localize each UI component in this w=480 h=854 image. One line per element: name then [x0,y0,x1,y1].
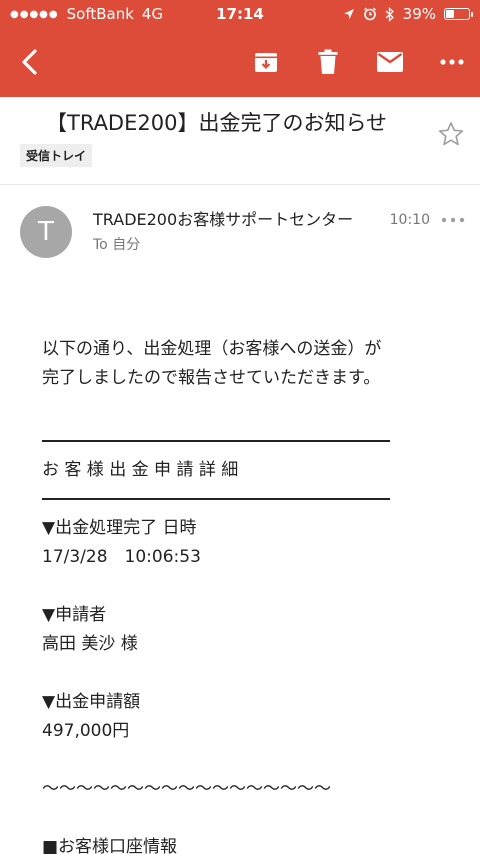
trash-icon [318,49,338,74]
avatar: T [20,206,72,258]
mark-unread-button[interactable] [372,44,408,80]
details-heading: お 客 様 出 金 申 請 詳 細 [42,460,239,480]
intro-line-1: 以下の通り、出金処理（お客様への送金）が [42,339,382,359]
sender-name: TRADE200お客様サポートセンター [93,210,354,229]
battery-level-fill [446,10,454,18]
applicant-name: 高田 美沙 様 [42,634,138,654]
mail-icon [377,52,403,72]
subject-section: 【TRADE200】出金完了のお知らせ 受信トレイ [0,97,480,185]
intro-line-2: 完了しましたので報告させていただきます。 [42,368,381,388]
wave-separator: 〜〜〜〜〜〜〜〜〜〜〜〜〜〜〜〜〜 [42,779,331,799]
email-body: 以下の通り、出金処理（お客様への送金）が 完了しましたので報告させていただきます… [42,335,462,854]
recipient-line: To 自分 [93,237,141,253]
email-subject: 【TRADE200】出金完了のお知らせ [46,111,388,135]
status-bar: ●●●●● SoftBank 4G 17:14 39% [0,0,480,28]
archive-button[interactable] [248,44,284,80]
more-options-button[interactable] [434,44,470,80]
toolbar [0,30,480,94]
more-icon [440,59,464,65]
more-icon[interactable] [440,210,466,230]
archive-icon [255,53,277,72]
account-heading: ■お客様口座情報 [42,837,178,854]
back-button[interactable] [12,44,48,80]
delete-button[interactable] [310,44,346,80]
bluetooth-icon [385,6,394,22]
completed-label: ▼出金処理完了 日時 [42,518,197,538]
amount-label: ▼出金申請額 [42,692,141,712]
applicant-label: ▼申請者 [42,605,107,625]
app-header: ●●●●● SoftBank 4G 17:14 39% [0,0,480,97]
battery-percent: 39% [402,5,436,23]
location-icon [343,9,354,19]
sender-header[interactable]: T TRADE200お客様サポートセンター To 自分 10:10 [0,186,480,266]
alarm-icon [363,7,376,21]
battery-icon [444,8,473,20]
completed-datetime: 17/3/28 10:06:53 [42,547,201,567]
back-icon [22,49,37,75]
inbox-label[interactable]: 受信トレイ [20,144,93,167]
sent-time: 10:10 [389,212,430,228]
amount-value: 497,000円 [42,721,130,741]
star-icon[interactable] [438,121,464,147]
